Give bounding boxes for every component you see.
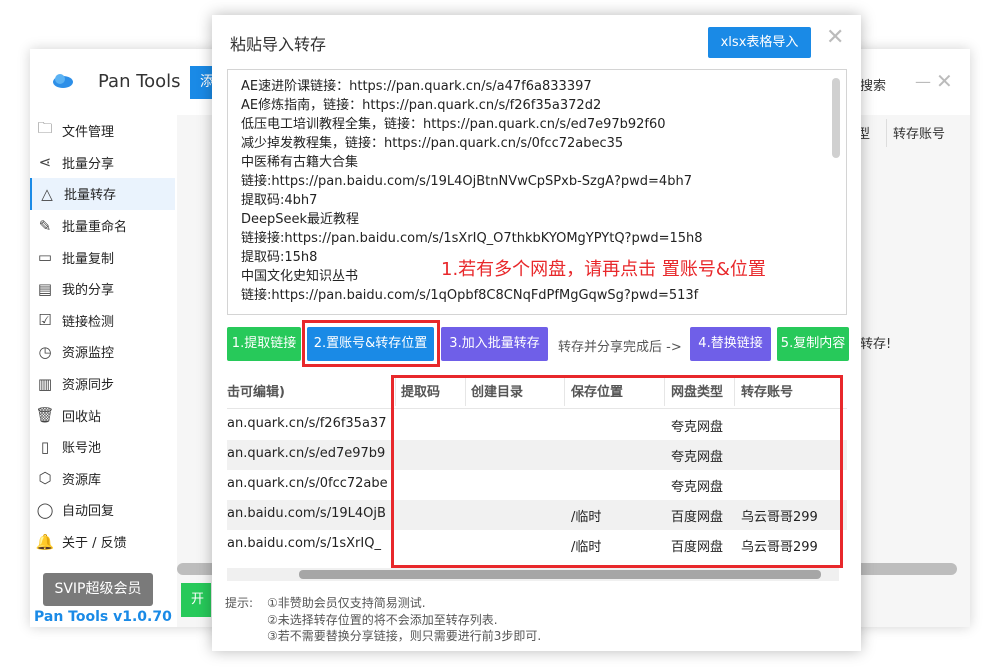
cell-link: an.quark.cn/s/f26f35a37 — [227, 416, 387, 431]
sidebar-item[interactable]: ◷ 资源监控 — [30, 336, 175, 368]
bg-column-divider — [886, 119, 887, 147]
sidebar-item[interactable]: ▥ 资源同步 — [30, 368, 175, 400]
sidebar-item[interactable]: 🔔 关于 / 反馈 — [30, 526, 175, 558]
extract-links-button[interactable]: 1.提取链接 — [227, 327, 301, 361]
minimize-icon[interactable]: — — [915, 72, 931, 91]
add-batch-transfer-button[interactable]: 3.加入批量转存 — [441, 327, 548, 361]
rename-icon: ✎ — [38, 216, 52, 235]
search-label[interactable]: 搜索 — [860, 75, 886, 94]
svip-button[interactable]: SVIP超级会员 — [43, 573, 153, 606]
sidebar-item[interactable]: ◯ 自动回复 — [30, 494, 175, 526]
close-icon[interactable]: ✕ — [936, 69, 953, 93]
paste-import-dialog: 粘贴导入转存 xlsx表格导入 ✕ AE速进阶课链接：https://pan.q… — [212, 15, 861, 651]
transfer-icon: △ — [41, 184, 53, 203]
dialog-title: 粘贴导入转存 — [230, 35, 327, 54]
monitor-icon: ◷ — [38, 342, 52, 361]
sidebar-item-label: 资源库 — [62, 472, 102, 488]
cell-link: an.baidu.com/s/19L4OjB — [227, 506, 386, 521]
sidebar-item[interactable]: ▯ 账号池 — [30, 431, 175, 463]
sidebar-item[interactable]: ▭ 批量复制 — [30, 241, 175, 273]
cell-link: an.quark.cn/s/ed7e97b9 — [227, 446, 386, 461]
textarea-line: 减少掉发教程集，链接：https://pan.quark.cn/s/0fcc72… — [241, 136, 624, 151]
start-button[interactable]: 开始 — [181, 583, 211, 617]
sidebar-item[interactable]: ☑ 链接检测 — [30, 305, 175, 337]
sidebar-item[interactable]: ✎ 批量重命名 — [30, 210, 175, 242]
dialog-close-icon[interactable]: ✕ — [826, 25, 844, 50]
bg-column-header-account: 转存账号 — [893, 127, 946, 142]
app-logo-icon — [53, 74, 73, 88]
sidebar-item[interactable]: 🗀 文件管理 — [30, 115, 175, 147]
app-title: Pan Tools — [98, 71, 181, 92]
sidebar-item-label: 我的分享 — [62, 283, 115, 299]
cell-link: an.baidu.com/s/1sXrIQ_ — [227, 536, 381, 551]
scrollbar-thumb[interactable] — [299, 570, 821, 579]
header-link: 击可编辑) — [227, 385, 285, 400]
sidebar-item-label: 文件管理 — [62, 125, 115, 141]
auto-reply-icon: ◯ — [36, 500, 54, 519]
highlight-box-step2 — [302, 320, 440, 367]
sidebar-item-label: 账号池 — [62, 441, 102, 457]
table-horizontal-scrollbar[interactable] — [227, 568, 839, 581]
tip-1: ①非赞助会员仅支持简易测试. — [267, 596, 426, 610]
copy-icon: ▭ — [37, 248, 53, 267]
sidebar-item-label: 链接检测 — [62, 314, 115, 330]
sidebar-item-label: 批量重命名 — [62, 220, 128, 236]
version-label: Pan Tools v1.0.70 — [34, 609, 172, 625]
share-icon: ⋖ — [38, 153, 52, 172]
xlsx-import-button[interactable]: xlsx表格导入 — [708, 27, 811, 58]
textarea-line: DeepSeek最近教程 — [241, 212, 360, 227]
textarea-line: 低压电工培训教程全集，链接：https://pan.quark.cn/s/ed7… — [241, 117, 666, 132]
textarea-line: 链接接:https://pan.baidu.com/s/1sXrIQ_O7thk… — [241, 231, 703, 246]
link-check-icon: ☑ — [38, 311, 52, 330]
highlight-box-table — [391, 375, 843, 568]
textarea-line: 中医稀有古籍大合集 — [241, 155, 359, 170]
trash-icon: 🗑 — [35, 406, 55, 425]
textarea-line: 提取码:4bh7 — [241, 193, 318, 208]
sidebar-item-label: 批量复制 — [62, 251, 115, 267]
replace-links-button[interactable]: 4.替换链接 — [690, 327, 771, 361]
sidebar-item[interactable]: ▤ 我的分享 — [30, 273, 175, 305]
sidebar-item-label: 资源监控 — [62, 346, 115, 362]
sidebar-item-label: 自动回复 — [62, 504, 115, 520]
account-pool-icon: ▯ — [40, 437, 50, 456]
bg-note-text: 转存! — [860, 337, 892, 352]
sidebar: 🗀 文件管理 ⋖ 批量分享 △ 批量转存 ✎ 批量重命名 ▭ 批量复制 ▤ 我的分享 ☑ 链接检测 ◷ 资源监… — [30, 115, 175, 557]
sidebar-item[interactable]: ⬡ 资源库 — [30, 463, 175, 495]
sidebar-item-label: 回收站 — [62, 409, 102, 425]
bell-icon: 🔔 — [35, 532, 55, 551]
sidebar-item-label: 批量转存 — [64, 188, 117, 204]
textarea-line: 链接:https://pan.baidu.com/s/19L4OjBtnNVwC… — [241, 174, 692, 189]
sidebar-item[interactable]: 🗑 回收站 — [30, 399, 175, 431]
library-icon: ⬡ — [38, 469, 52, 488]
cell-link: an.quark.cn/s/0fcc72abe — [227, 476, 388, 491]
sidebar-item[interactable]: △ 批量转存 — [30, 178, 175, 210]
tip-2: ②未选择转存位置的将不会添加至转存列表. — [267, 613, 498, 627]
textarea-line: AE修炼指南，链接：https://pan.quark.cn/s/f26f35a… — [241, 98, 602, 113]
textarea-scrollbar[interactable] — [832, 78, 840, 158]
copy-content-button[interactable]: 5.复制内容 — [777, 327, 849, 361]
tips-label: 提示: — [225, 596, 254, 610]
sidebar-item-label: 批量分享 — [62, 156, 115, 172]
sync-icon: ▥ — [37, 374, 53, 393]
my-share-icon: ▤ — [37, 279, 53, 298]
sidebar-item-label: 关于 / 反馈 — [62, 536, 127, 552]
sidebar-item[interactable]: ⋖ 批量分享 — [30, 147, 175, 179]
textarea-line: AE速进阶课链接：https://pan.quark.cn/s/a47f6a83… — [241, 79, 592, 94]
annotation-text: 1.若有多个网盘，请再点击 置账号&位置 — [441, 259, 766, 280]
folder-icon: 🗀 — [37, 119, 53, 138]
tip-3: ③若不需要替换分享链接，则只需要进行前3步即可. — [267, 629, 542, 643]
textarea-line: 链接:https://pan.baidu.com/s/1qOpbf8C8CNqF… — [241, 288, 699, 303]
sidebar-item-label: 资源同步 — [62, 378, 115, 394]
step-hint: 转存并分享完成后 -> — [558, 340, 682, 355]
